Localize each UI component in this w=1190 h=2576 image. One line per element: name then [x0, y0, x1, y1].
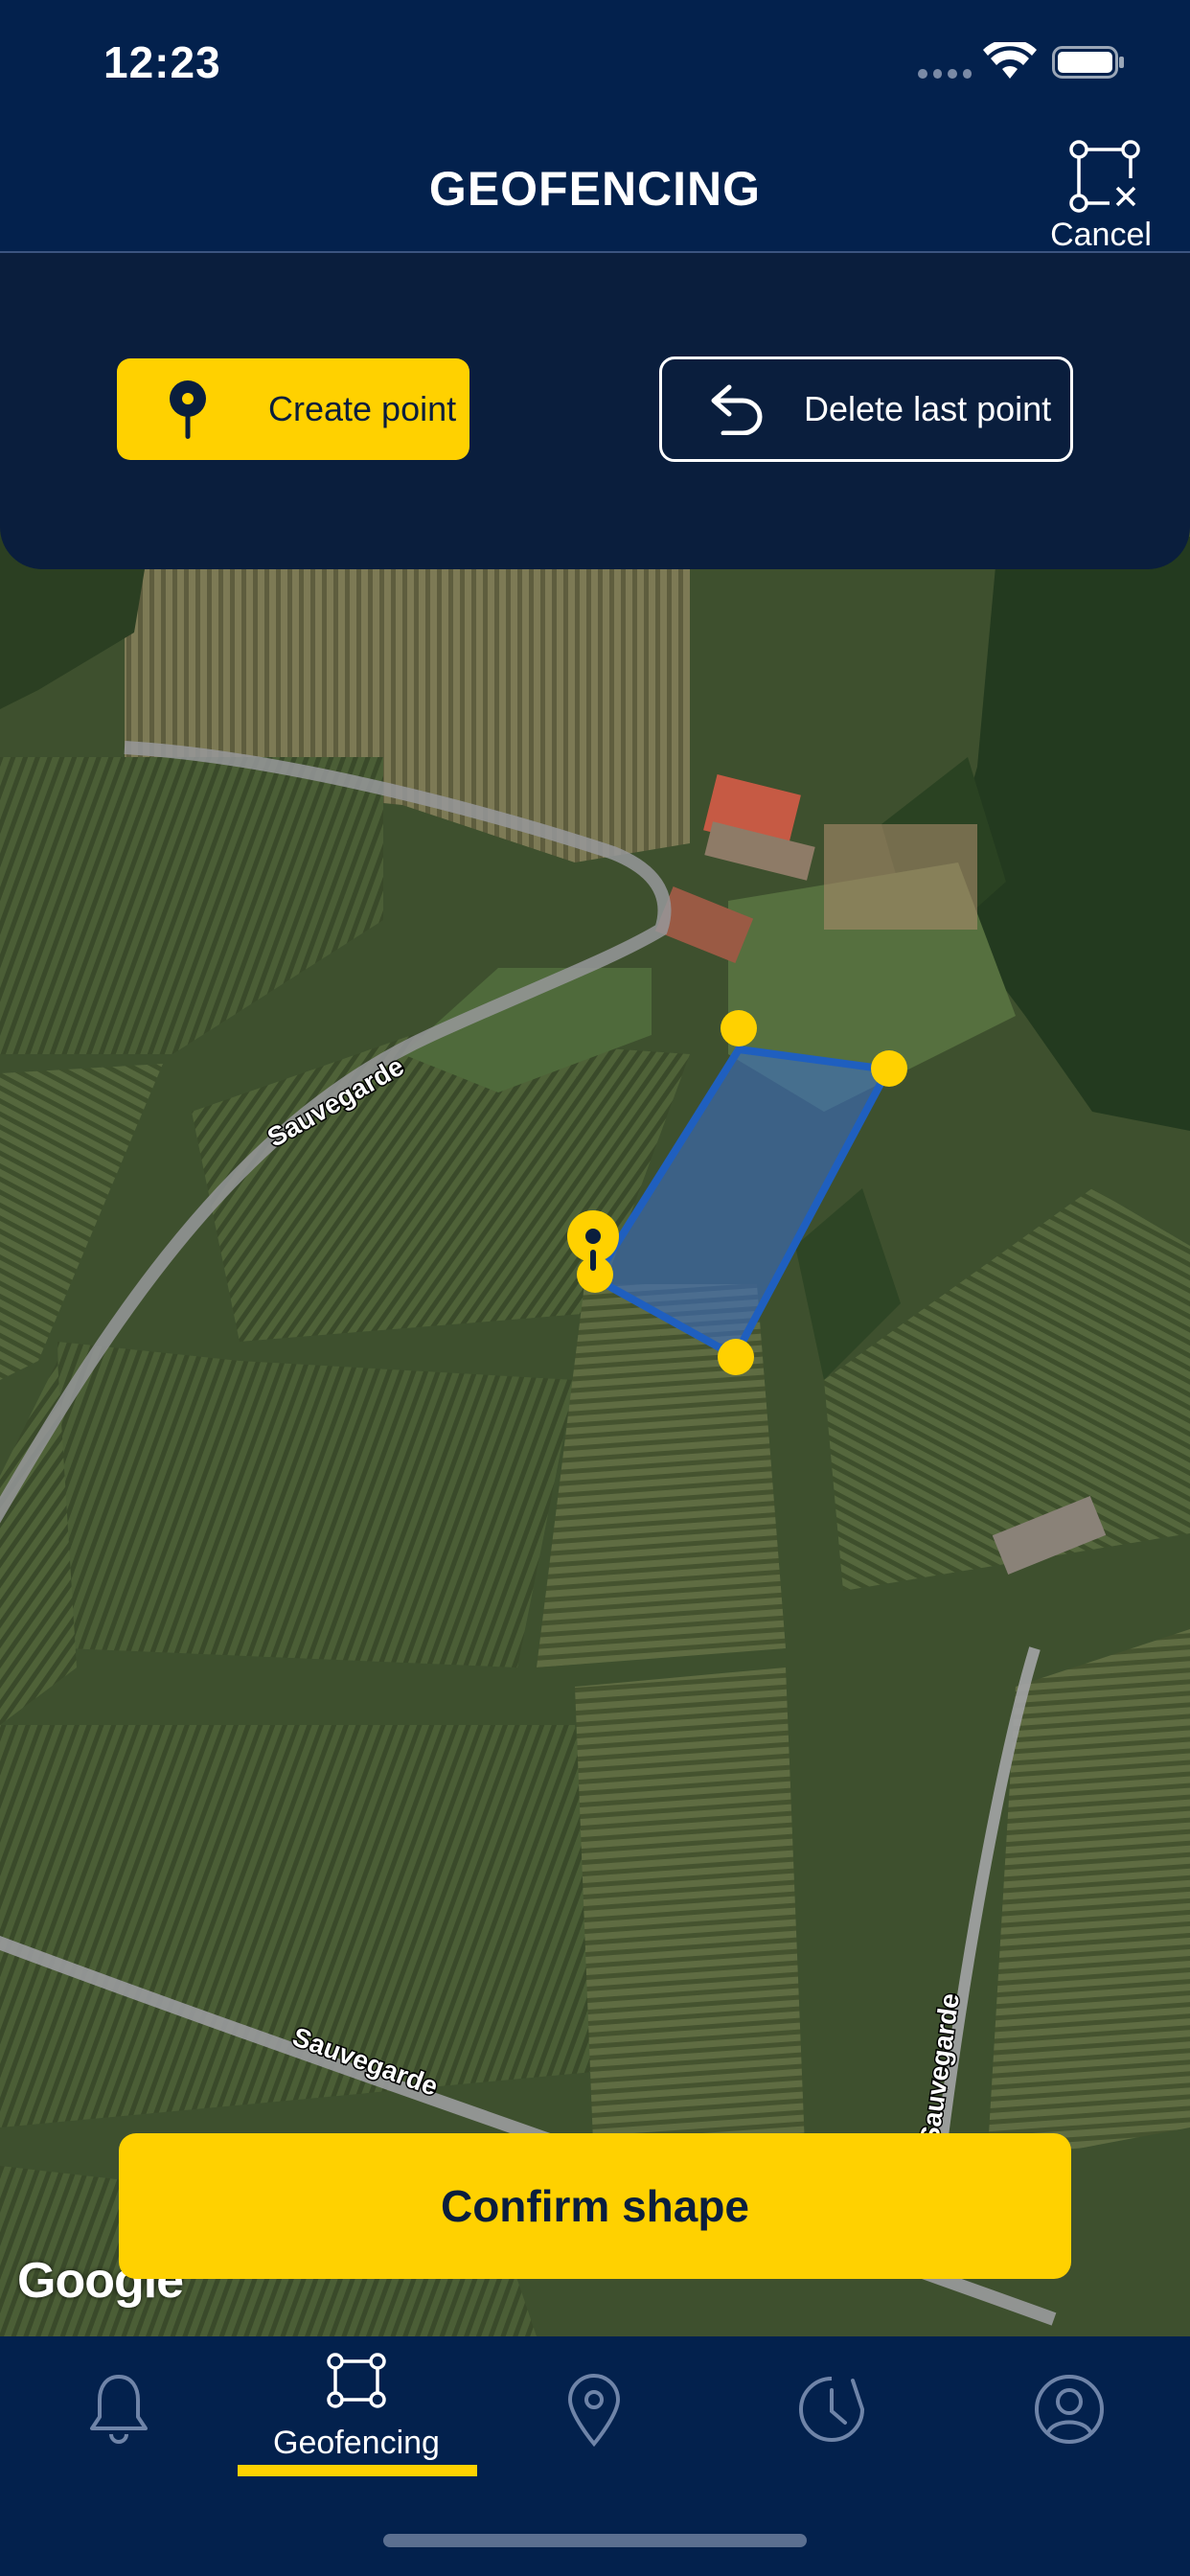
tab-history[interactable] [713, 2336, 950, 2499]
cancel-button[interactable]: Cancel [1044, 136, 1157, 253]
tab-profile[interactable] [950, 2336, 1188, 2499]
geofence-vertex[interactable] [721, 1010, 757, 1046]
profile-icon [1035, 2375, 1104, 2444]
delete-last-point-label: Delete last point [804, 389, 1052, 428]
geofence-vertex[interactable] [718, 1339, 754, 1375]
geofence-vertex[interactable] [871, 1050, 907, 1087]
create-point-label: Create point [268, 389, 457, 428]
home-indicator [383, 2534, 807, 2547]
bell-icon [90, 2375, 148, 2444]
geofence-tool-panel: Create point Delete last point [0, 253, 1190, 569]
tab-geofencing-label: Geofencing [273, 2425, 440, 2461]
location-pin-icon [567, 2374, 621, 2448]
status-bar: 12:23 [0, 0, 1190, 134]
undo-icon [711, 384, 763, 435]
delete-last-point-button[interactable]: Delete last point [659, 356, 1073, 462]
history-icon [799, 2377, 864, 2442]
active-tab-indicator [238, 2465, 477, 2476]
confirm-shape-button[interactable]: Confirm shape [119, 2133, 1071, 2279]
status-time: 12:23 [103, 37, 221, 87]
cancel-label: Cancel [1050, 217, 1152, 253]
geofence-cancel-icon [1069, 140, 1140, 213]
wifi-icon [983, 42, 1037, 79]
navigation-header: GEOFENCING Cancel [0, 134, 1190, 253]
map-imagery: Sauvegarde Sauvegarde Sauvegarde [0, 518, 1190, 2336]
geofence-icon [327, 2353, 386, 2408]
satellite-map[interactable]: Sauvegarde Sauvegarde Sauvegarde Google [0, 518, 1190, 2336]
tab-notifications[interactable] [0, 2336, 238, 2499]
create-point-button[interactable]: Create point [117, 358, 469, 460]
map-pin-icon [170, 380, 206, 439]
page-title: GEOFENCING [428, 162, 762, 216]
battery-icon [1052, 46, 1124, 79]
tab-location[interactable] [475, 2336, 713, 2499]
cellular-signal-icon [918, 69, 972, 82]
